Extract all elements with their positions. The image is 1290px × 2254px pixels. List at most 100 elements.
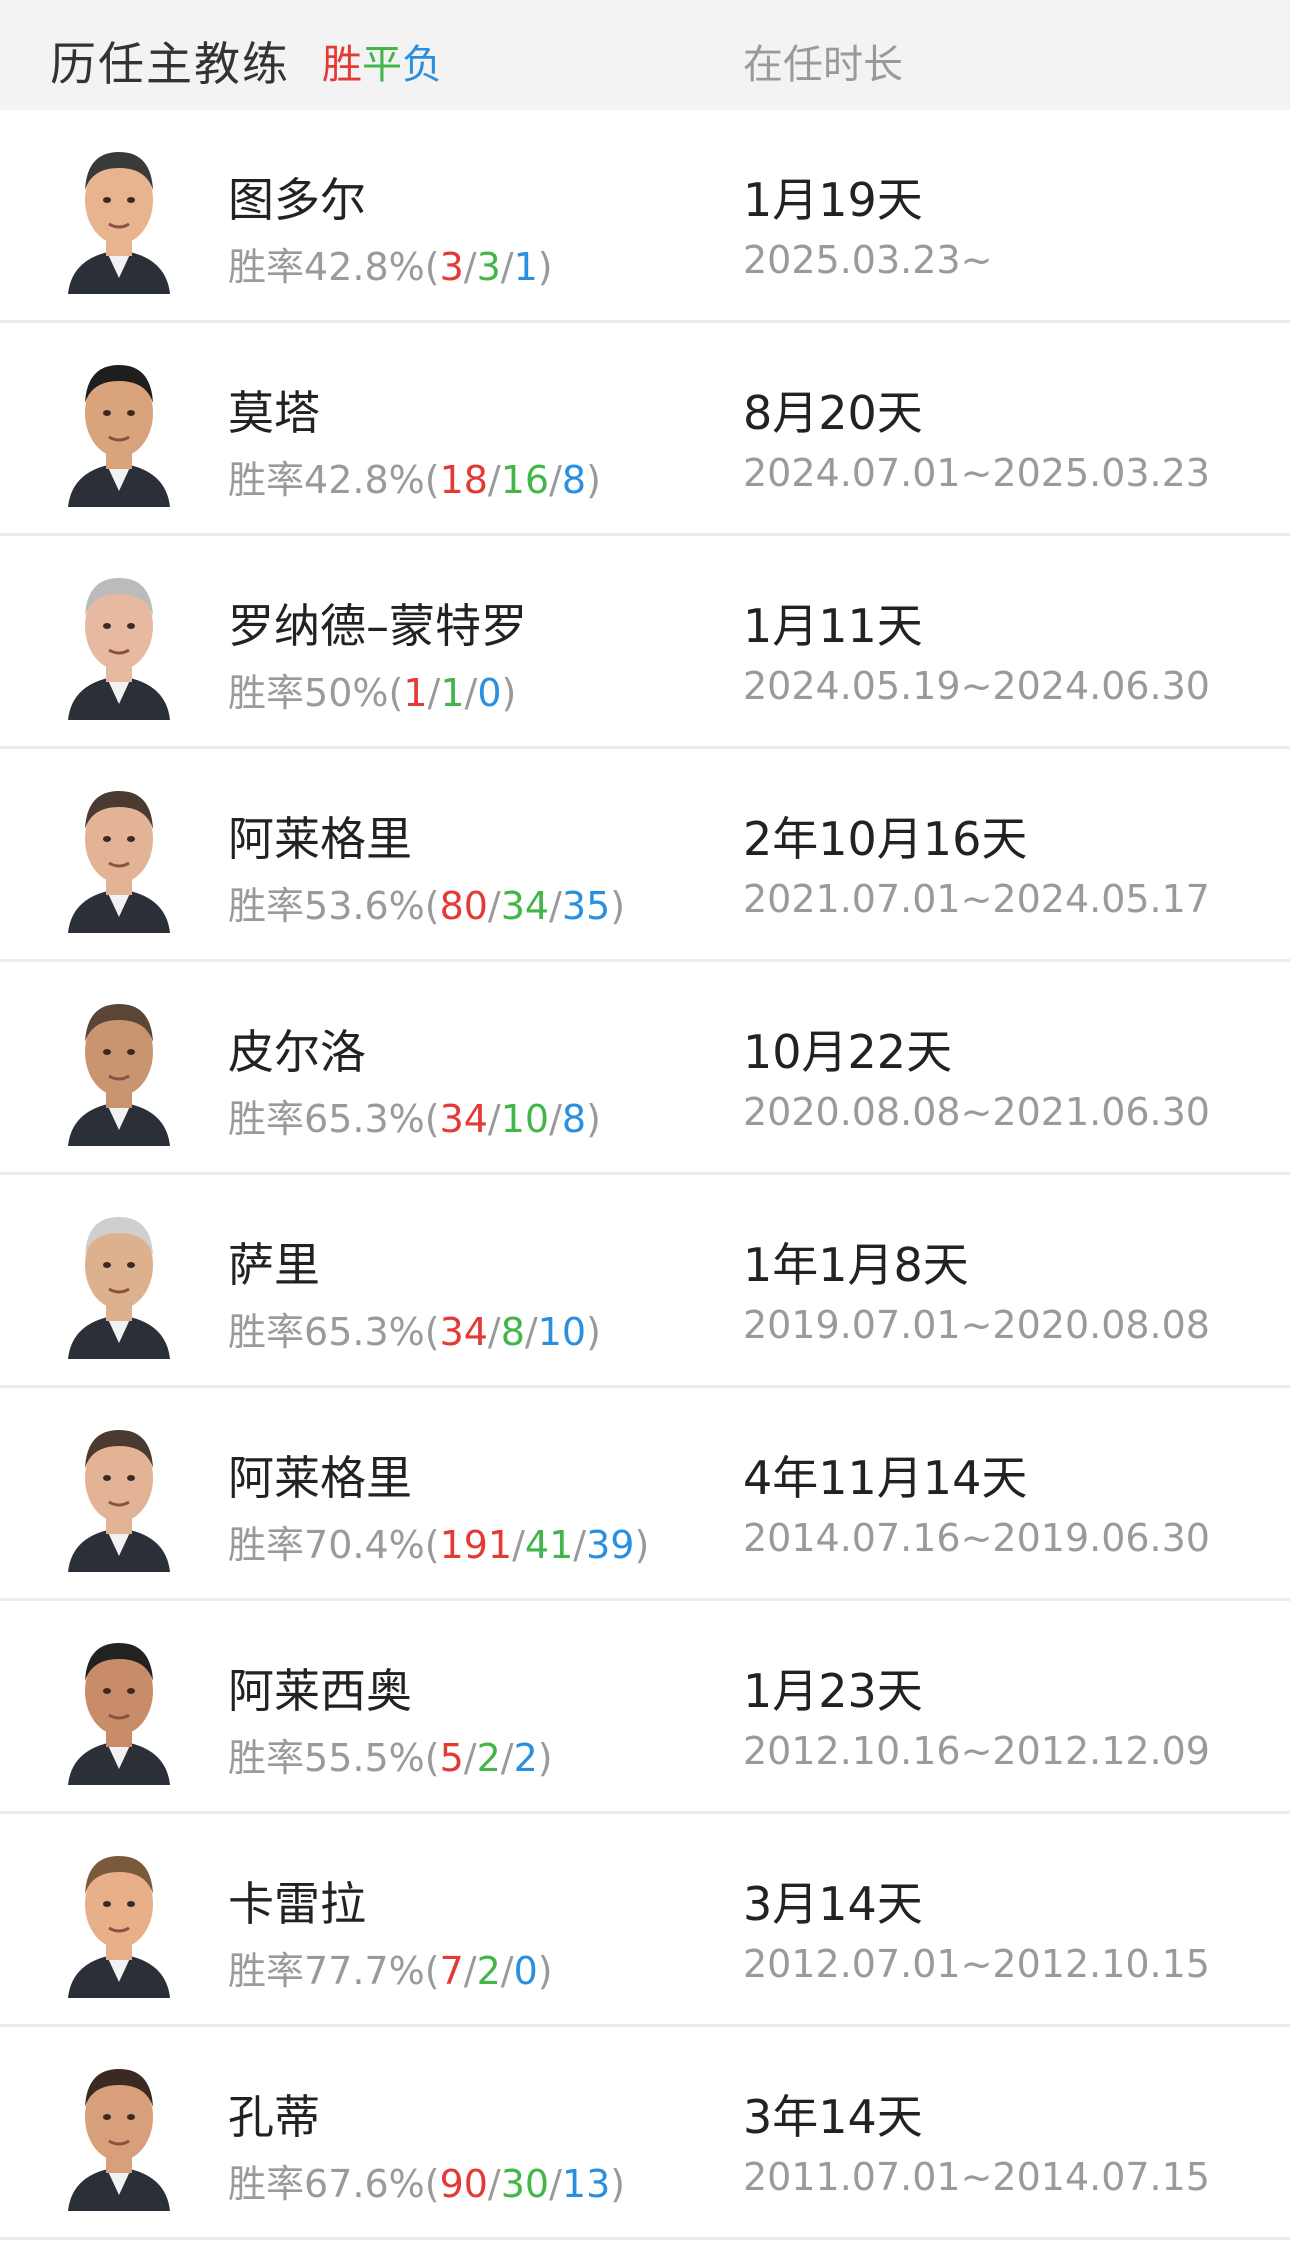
losses-count: 2: [513, 1736, 538, 1780]
page-title: 历任主教练: [50, 37, 290, 91]
coach-name: 阿莱西奥: [228, 1664, 412, 1718]
losses-count: 39: [586, 1523, 635, 1567]
wins-count: 5: [439, 1736, 464, 1780]
win-rate-stats: 胜率77.7%(7/2/0): [228, 1940, 553, 1995]
slash-separator: /: [463, 1736, 477, 1780]
list-item[interactable]: 萨里 胜率65.3%(34/8/10) 1年1月8天 2019.07.01~2020.…: [0, 1175, 1290, 1388]
paren-close: ): [610, 884, 626, 928]
wins-count: 90: [439, 2162, 488, 2206]
coach-photo-icon: [62, 351, 176, 507]
list-item[interactable]: 阿莱西奥 胜率55.5%(5/2/2) 1月23天 2012.10.16~2012.1…: [0, 1601, 1290, 1814]
tenure-period: 2012.07.01~2012.10.15: [743, 1942, 1210, 1986]
coach-name: 罗纳德–蒙特罗: [228, 599, 527, 653]
list-item[interactable]: 阿莱格里 胜率53.6%(80/34/35) 2年10月16天 2021.07.01~…: [0, 749, 1290, 962]
list-item[interactable]: 孔蒂 胜率67.6%(90/30/13) 3年14天 2011.07.01~2014.…: [0, 2027, 1290, 2240]
win-rate-value: 70.4%: [304, 1523, 425, 1567]
win-rate-value: 50%: [304, 671, 389, 715]
win-rate-value: 55.5%: [304, 1736, 425, 1780]
tenure-duration: 1月11天: [743, 599, 923, 653]
coach-photo-icon: [62, 777, 176, 933]
win-rate-stats: 胜率70.4%(191/41/39): [228, 1514, 649, 1569]
losses-count: 0: [477, 671, 502, 715]
draws-count: 3: [476, 245, 501, 289]
tenure-period: 2020.08.08~2021.06.30: [743, 1090, 1210, 1134]
coach-name: 莫塔: [228, 386, 320, 440]
paren-close: ): [537, 245, 553, 289]
draws-count: 10: [500, 1097, 550, 1141]
win-rate-value: 67.6%: [304, 2162, 425, 2206]
paren-open: (: [424, 458, 440, 502]
coach-photo-icon: [62, 1842, 176, 1998]
draws-count: 8: [500, 1310, 525, 1354]
losses-count: 0: [513, 1949, 538, 1993]
losses-count: 10: [537, 1310, 587, 1354]
tenure-period: 2014.07.16~2019.06.30: [743, 1516, 1210, 1560]
tenure-duration: 2年10月16天: [743, 812, 1028, 866]
paren-open: (: [424, 1097, 440, 1141]
coach-photo-icon: [62, 2055, 176, 2211]
coach-photo-icon: [62, 138, 176, 294]
win-rate-stats: 胜率53.6%(80/34/35): [228, 875, 625, 930]
losses-count: 1: [513, 245, 538, 289]
win-rate-label: 胜率: [228, 1310, 305, 1354]
paren-close: ): [586, 458, 601, 502]
legend-win: 胜: [322, 42, 362, 88]
win-rate-label: 胜率: [228, 1736, 305, 1780]
losses-count: 35: [561, 884, 611, 928]
coach-name: 图多尔: [228, 173, 366, 227]
tenure-period: 2019.07.01~2020.08.08: [743, 1303, 1210, 1347]
draws-count: 30: [500, 2162, 550, 2206]
list-item[interactable]: 卡雷拉 胜率77.7%(7/2/0) 3月14天 2012.07.01~2012.10…: [0, 1814, 1290, 2027]
paren-open: (: [424, 1523, 440, 1567]
list-item[interactable]: 图多尔 胜率42.8%(3/3/1) 1月19天 2025.03.23~: [0, 110, 1290, 323]
coach-name: 萨里: [228, 1238, 320, 1292]
win-rate-value: 53.6%: [304, 884, 425, 928]
slash-separator: /: [487, 458, 501, 502]
wins-count: 80: [439, 884, 488, 928]
win-rate-stats: 胜率65.3%(34/8/10): [228, 1301, 601, 1356]
tenure-duration: 3月14天: [743, 1877, 923, 1931]
paren-open: (: [424, 884, 440, 928]
slash-separator: /: [487, 884, 501, 928]
slash-separator: /: [463, 245, 477, 289]
list-item[interactable]: 阿莱格里 胜率70.4%(191/41/39) 4年11月14天 2014.07.16…: [0, 1388, 1290, 1601]
draws-count: 2: [476, 1949, 501, 1993]
win-rate-label: 胜率: [228, 1523, 305, 1567]
wins-count: 3: [439, 245, 464, 289]
draws-count: 16: [500, 458, 550, 502]
coach-list: 图多尔 胜率42.8%(3/3/1) 1月19天 2025.03.23~ 莫塔 胜率42.…: [0, 110, 1290, 2240]
slash-separator: /: [524, 1310, 538, 1354]
tenure-period: 2025.03.23~: [743, 238, 993, 282]
coach-photo-icon: [62, 1629, 176, 1785]
coach-name: 皮尔洛: [228, 1025, 366, 1079]
paren-open: (: [424, 1736, 440, 1780]
wins-count: 34: [439, 1097, 488, 1141]
coach-photo-icon: [62, 564, 176, 720]
wins-count: 191: [439, 1523, 513, 1567]
slash-separator: /: [463, 1949, 477, 1993]
slash-separator: /: [549, 884, 562, 928]
paren-close: ): [634, 1523, 650, 1567]
slash-separator: /: [487, 2162, 501, 2206]
paren-close: ): [586, 1310, 601, 1354]
draws-count: 1: [440, 671, 465, 715]
losses-count: 8: [561, 1097, 587, 1141]
draws-count: 2: [476, 1736, 501, 1780]
win-rate-label: 胜率: [228, 2162, 305, 2206]
coach-photo-icon: [62, 990, 176, 1146]
win-rate-stats: 胜率42.8%(3/3/1): [228, 236, 553, 291]
win-rate-value: 65.3%: [304, 1310, 425, 1354]
slash-separator: /: [549, 1097, 562, 1141]
paren-close: ): [586, 1097, 601, 1141]
win-rate-label: 胜率: [228, 245, 305, 289]
list-item[interactable]: 皮尔洛 胜率65.3%(34/10/8) 10月22天 2020.08.08~2021…: [0, 962, 1290, 1175]
paren-open: (: [424, 1310, 440, 1354]
paren-open: (: [424, 245, 440, 289]
draws-count: 41: [524, 1523, 574, 1567]
paren-close: ): [501, 671, 517, 715]
tenure-period: 2012.10.16~2012.12.09: [743, 1729, 1210, 1773]
slash-separator: /: [549, 2162, 562, 2206]
list-item[interactable]: 罗纳德–蒙特罗 胜率50%(1/1/0) 1月11天 2024.05.19~2024.…: [0, 536, 1290, 749]
coach-name: 阿莱格里: [228, 1451, 412, 1505]
list-item[interactable]: 莫塔 胜率42.8%(18/16/8) 8月20天 2024.07.01~2025.0…: [0, 323, 1290, 536]
